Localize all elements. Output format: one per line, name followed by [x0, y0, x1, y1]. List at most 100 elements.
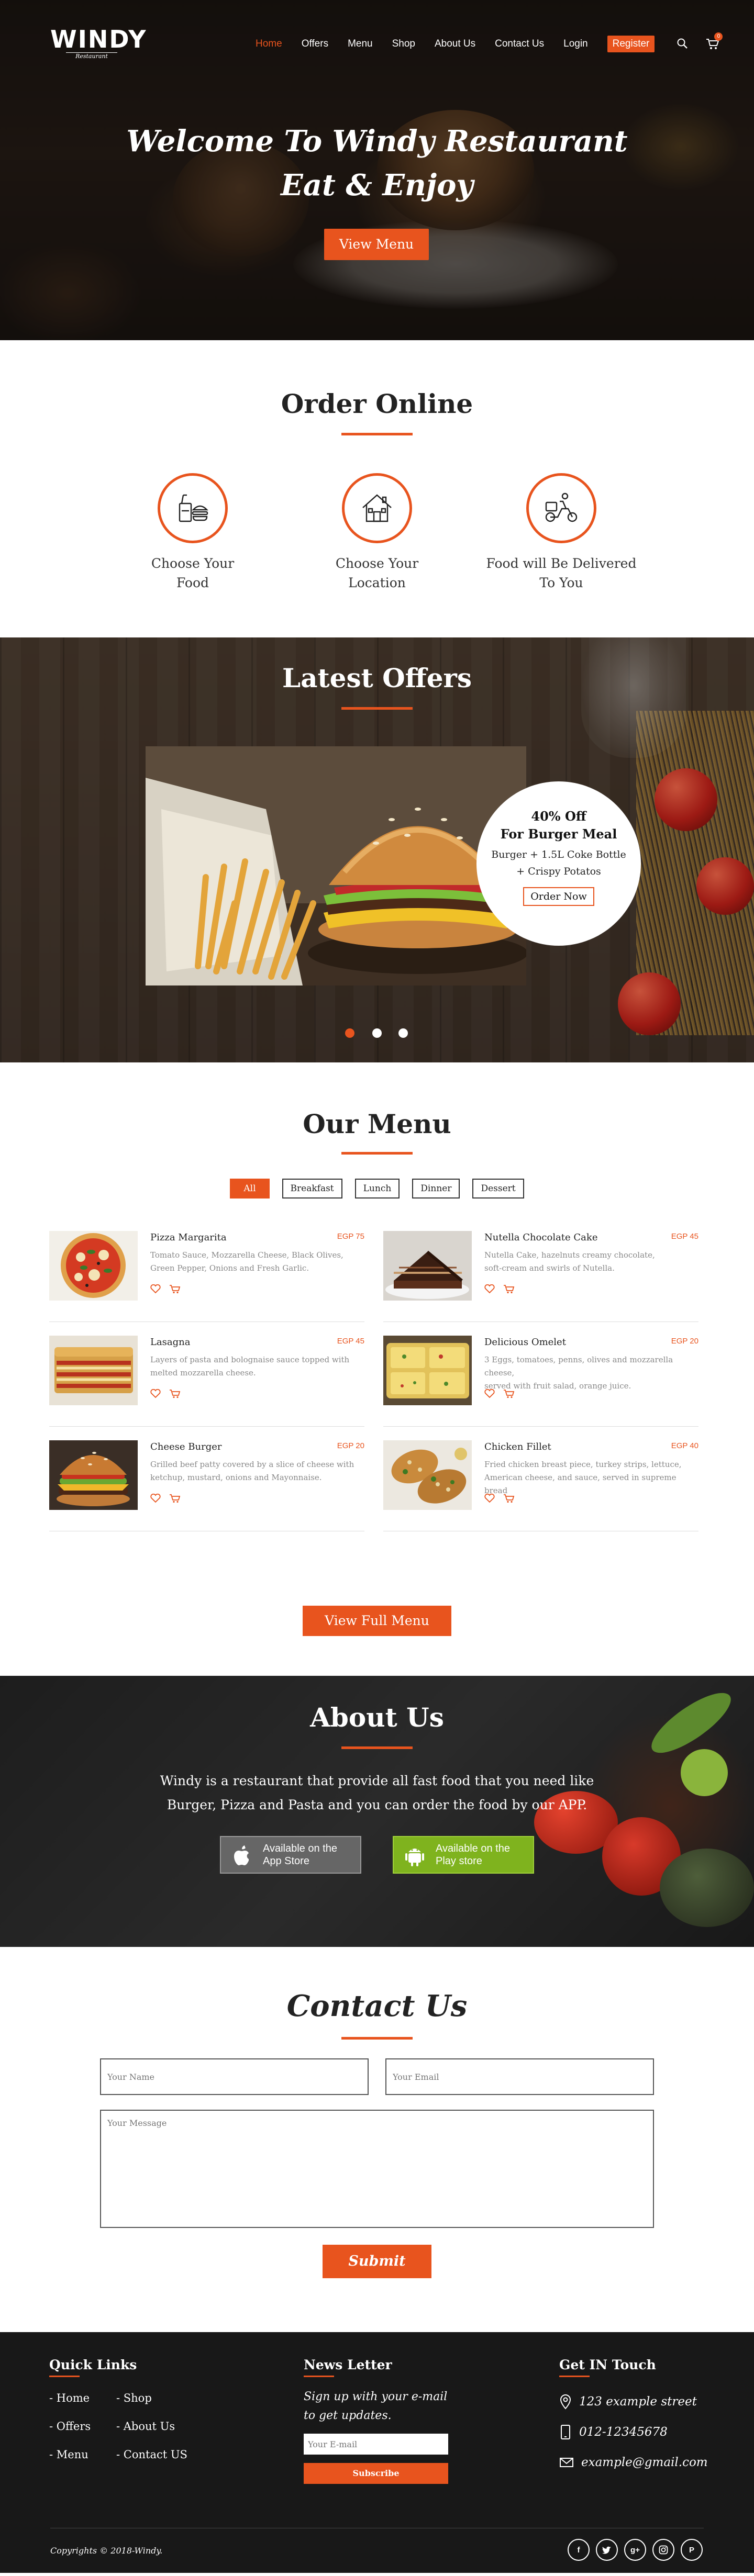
menu-item: Chicken Fillet EGP 40 Fried chicken brea… [383, 1440, 698, 1531]
cart-add-icon[interactable] [503, 1284, 515, 1296]
phone-icon [561, 2425, 570, 2439]
heart-icon[interactable] [150, 1388, 161, 1401]
register-button[interactable]: Register [607, 36, 655, 52]
newsletter-line2: to get updates. [304, 2409, 392, 2422]
twitter-icon[interactable] [596, 2539, 618, 2561]
contact-phone: 012-12345678 [579, 2425, 668, 2439]
nav-offers[interactable]: Offers [302, 38, 328, 50]
carousel-dot-1[interactable] [345, 1028, 354, 1038]
cart-add-icon[interactable] [503, 1389, 515, 1401]
tab-breakfast[interactable]: Breakfast [282, 1179, 342, 1199]
latest-offers-section: Latest Offers 40% Off For Burger Meal Bu… [0, 637, 754, 1062]
dish-name: Nutella Chocolate Cake [484, 1232, 598, 1243]
carousel-dot-3[interactable] [398, 1028, 408, 1038]
delivery-scooter-icon [526, 473, 596, 543]
nav-menu[interactable]: Menu [348, 38, 373, 50]
nav-menu: Home Offers Menu Shop About Us Contact U… [256, 32, 735, 52]
order-step-delivery-line2: To You [539, 575, 583, 590]
facebook-icon[interactable]: f [568, 2539, 590, 2561]
cart-add-icon[interactable] [169, 1389, 181, 1401]
view-full-menu-button[interactable]: View Full Menu [303, 1606, 451, 1636]
pizza-image[interactable] [49, 1231, 138, 1301]
windy-logo[interactable]: WINDY Restaurant [50, 26, 146, 60]
cart-add-icon[interactable] [169, 1494, 181, 1505]
hero-section: WINDY Restaurant Home Offers Menu Shop A… [0, 0, 754, 340]
subscribe-button[interactable]: Subscribe [304, 2463, 448, 2484]
nav-about-us[interactable]: About Us [435, 38, 475, 50]
dish-price: EGP 20 [671, 1337, 698, 1346]
dish-price: EGP 45 [671, 1232, 698, 1241]
footer-link-about-us[interactable]: - About Us [116, 2420, 190, 2433]
instagram-icon[interactable] [652, 2539, 674, 2561]
menu-item: Cheese Burger EGP 20 Grilled beef patty … [49, 1440, 364, 1531]
heart-icon[interactable] [484, 1388, 495, 1401]
contact-email[interactable]: example@gmail.com [581, 2456, 708, 2469]
footer-link-contact-us[interactable]: - Contact US [116, 2448, 190, 2461]
contact-us-title: Contact Us [286, 1989, 468, 2023]
cart-add-icon[interactable] [169, 1284, 181, 1296]
heart-icon[interactable] [150, 1493, 161, 1505]
submit-button[interactable]: Submit [323, 2245, 431, 2278]
dish-name: Chicken Fillet [484, 1441, 551, 1452]
message-field[interactable] [100, 2110, 654, 2228]
lasagna-image[interactable] [49, 1336, 138, 1405]
app-store-button[interactable]: Available on the App Store [220, 1836, 361, 1874]
title-underline [341, 2037, 413, 2040]
cart-icon[interactable]: 0 [706, 32, 723, 50]
title-underline [341, 433, 413, 435]
tab-all[interactable]: All [230, 1179, 270, 1199]
footer-link-offers[interactable]: - Offers [49, 2420, 116, 2433]
footer-link-menu[interactable]: - Menu [49, 2448, 116, 2461]
order-step-location: Choose Your Location [285, 473, 469, 592]
dish-desc: Grilled beef patty covered by a slice of… [150, 1460, 354, 1469]
chocolate-cake-image[interactable] [383, 1231, 472, 1301]
tab-dessert[interactable]: Dessert [472, 1179, 524, 1199]
search-icon[interactable] [677, 38, 689, 50]
menu-item: Delicious Omelet EGP 20 3 Eggs, tomatoes… [383, 1336, 698, 1427]
copyright-text: Copyrights © 2018-Windy. [50, 2546, 163, 2556]
dish-price: EGP 20 [337, 1441, 364, 1450]
nav-login[interactable]: Login [563, 38, 588, 50]
play-store-button[interactable]: Available on the Play store [393, 1836, 534, 1874]
name-field[interactable] [100, 2058, 369, 2095]
menu-item: Nutella Chocolate Cake EGP 45 Nutella Ca… [383, 1231, 698, 1322]
nav-shop[interactable]: Shop [392, 38, 415, 50]
order-step-location-line1: Choose Your [335, 556, 419, 571]
get-in-touch-title: Get IN Touch [559, 2357, 656, 2372]
app-store-line2: App Store [263, 1855, 309, 1867]
menu-item: Lasagna EGP 45 Layers of pasta and bolog… [49, 1336, 364, 1427]
omelet-image[interactable] [383, 1336, 472, 1405]
heart-icon[interactable] [484, 1284, 495, 1296]
tab-lunch[interactable]: Lunch [354, 1179, 400, 1199]
carousel-dot-2[interactable] [372, 1028, 382, 1038]
house-icon [342, 473, 412, 543]
tab-dinner[interactable]: Dinner [412, 1179, 460, 1199]
google-plus-icon[interactable]: g+ [624, 2539, 646, 2561]
order-online-section: Order Online Choose Your Food Choose You… [0, 340, 754, 637]
dish-desc: soft-cream and swirls of Nutella. [484, 1263, 615, 1273]
heart-icon[interactable] [484, 1493, 495, 1505]
hero-heading: Welcome To Windy Restaurant Eat & Enjoy [0, 119, 754, 207]
social-links: f g+ P [561, 2539, 703, 2561]
footer-link-shop[interactable]: - Shop [116, 2392, 190, 2404]
offer-discount: 40% Off [531, 809, 586, 824]
nav-home[interactable]: Home [256, 38, 282, 50]
heart-icon[interactable] [150, 1284, 161, 1296]
order-now-button[interactable]: Order Now [523, 887, 594, 906]
dish-name: Cheese Burger [150, 1441, 222, 1452]
dish-desc: ketchup, mustard, onions and Mayonnaise. [150, 1473, 322, 1482]
nav-contact-us[interactable]: Contact Us [495, 38, 544, 50]
email-field[interactable] [385, 2058, 654, 2095]
view-menu-button[interactable]: View Menu [324, 229, 429, 260]
offer-desc-line2: + Crispy Potatos [516, 866, 601, 877]
latest-offers-title: Latest Offers [282, 663, 472, 693]
footer-link-home[interactable]: - Home [49, 2392, 116, 2404]
chicken-fillet-image[interactable] [383, 1440, 472, 1510]
cart-add-icon[interactable] [503, 1494, 515, 1505]
about-us-title: About Us [310, 1702, 444, 1733]
burger-meal-image[interactable] [146, 746, 526, 985]
menu-list: Pizza Margarita EGP 75 Tomato Sauce, Moz… [0, 1231, 754, 1555]
cheese-burger-image[interactable] [49, 1440, 138, 1510]
newsletter-email-input[interactable] [304, 2434, 448, 2455]
pinterest-icon[interactable]: P [681, 2539, 703, 2561]
